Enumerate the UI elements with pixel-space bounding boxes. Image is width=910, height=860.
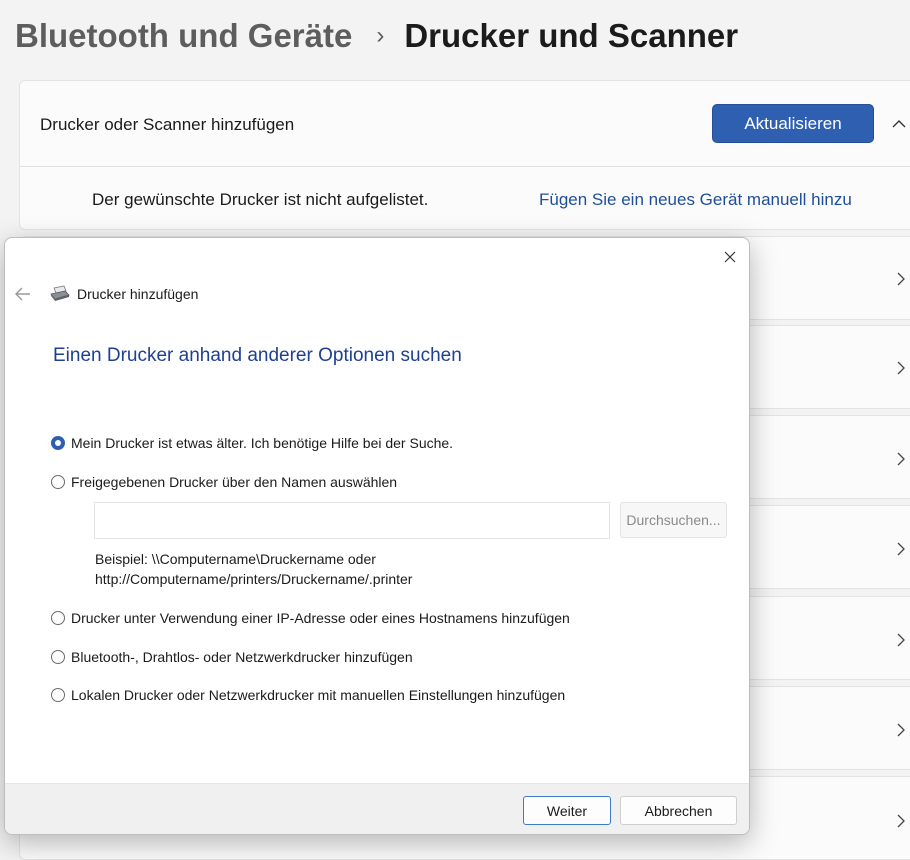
browse-button[interactable]: Durchsuchen...: [620, 502, 727, 538]
chevron-right-icon: [897, 452, 905, 466]
radio-unchecked[interactable]: [51, 611, 65, 625]
option-label: Bluetooth-, Drahtlos- oder Netzwerkdruck…: [71, 649, 413, 665]
chevron-right-icon: [897, 814, 905, 828]
printer-icon: [50, 285, 70, 301]
next-button[interactable]: Weiter: [523, 796, 611, 825]
dialog-title: Drucker hinzufügen: [77, 286, 199, 302]
option-ip-address[interactable]: Drucker unter Verwendung einer IP-Adress…: [51, 610, 570, 626]
chevron-right-icon: [897, 542, 905, 556]
option-label: Lokalen Drucker oder Netzwerkdrucker mit…: [71, 687, 566, 703]
option-label: Freigegebenen Drucker über den Namen aus…: [71, 474, 398, 490]
dialog-heading: Einen Drucker anhand anderer Optionen su…: [53, 345, 462, 366]
add-printer-dialog: Drucker hinzufügen Einen Drucker anhand …: [4, 237, 750, 835]
back-arrow-icon[interactable]: [13, 284, 33, 304]
page-title: Drucker und Scanner: [404, 17, 739, 54]
chevron-right-icon: [897, 723, 905, 737]
radio-unchecked[interactable]: [51, 688, 65, 702]
refresh-button[interactable]: Aktualisieren: [712, 104, 874, 143]
add-printer-label: Drucker oder Scanner hinzufügen: [40, 115, 295, 134]
breadcrumb: Bluetooth und Geräte › Drucker und Scann…: [15, 14, 738, 58]
not-listed-card: Der gewünschte Drucker ist nicht aufgeli…: [19, 166, 910, 230]
radio-unchecked[interactable]: [51, 475, 65, 489]
not-listed-text: Der gewünschte Drucker ist nicht aufgeli…: [92, 190, 429, 209]
add-device-manually-link[interactable]: Fügen Sie ein neues Gerät manuell hinzu: [539, 190, 852, 210]
example-line-1: Beispiel: \\Computername\Druckername ode…: [95, 551, 376, 567]
option-older-printer[interactable]: Mein Drucker ist etwas älter. Ich benöti…: [51, 435, 453, 451]
option-label: Drucker unter Verwendung einer IP-Adress…: [71, 610, 570, 626]
dialog-footer: Weiter Abbrechen: [5, 783, 749, 834]
close-button[interactable]: [719, 246, 741, 268]
example-line-2: http://Computername/printers/Druckername…: [95, 571, 413, 587]
chevron-right-icon: [897, 633, 905, 647]
cancel-button[interactable]: Abbrechen: [620, 796, 737, 825]
option-local-manual[interactable]: Lokalen Drucker oder Netzwerkdrucker mit…: [51, 687, 565, 703]
printer-name-input[interactable]: [94, 502, 610, 539]
close-icon: [724, 251, 736, 263]
breadcrumb-separator: ›: [376, 22, 385, 49]
radio-unchecked[interactable]: [51, 650, 65, 664]
chevron-right-icon: [897, 361, 905, 375]
option-shared-by-name[interactable]: Freigegebenen Drucker über den Namen aus…: [51, 474, 397, 490]
example-text: Beispiel: \\Computername\Druckername ode…: [95, 549, 412, 589]
chevron-right-icon: [897, 272, 905, 286]
chevron-up-icon[interactable]: [890, 115, 908, 133]
option-label: Mein Drucker ist etwas älter. Ich benöti…: [71, 435, 454, 451]
add-printer-card[interactable]: Drucker oder Scanner hinzufügen Aktualis…: [19, 80, 910, 167]
radio-checked[interactable]: [51, 436, 65, 450]
breadcrumb-parent[interactable]: Bluetooth und Geräte: [15, 17, 352, 55]
option-bluetooth-wireless[interactable]: Bluetooth-, Drahtlos- oder Netzwerkdruck…: [51, 649, 413, 665]
